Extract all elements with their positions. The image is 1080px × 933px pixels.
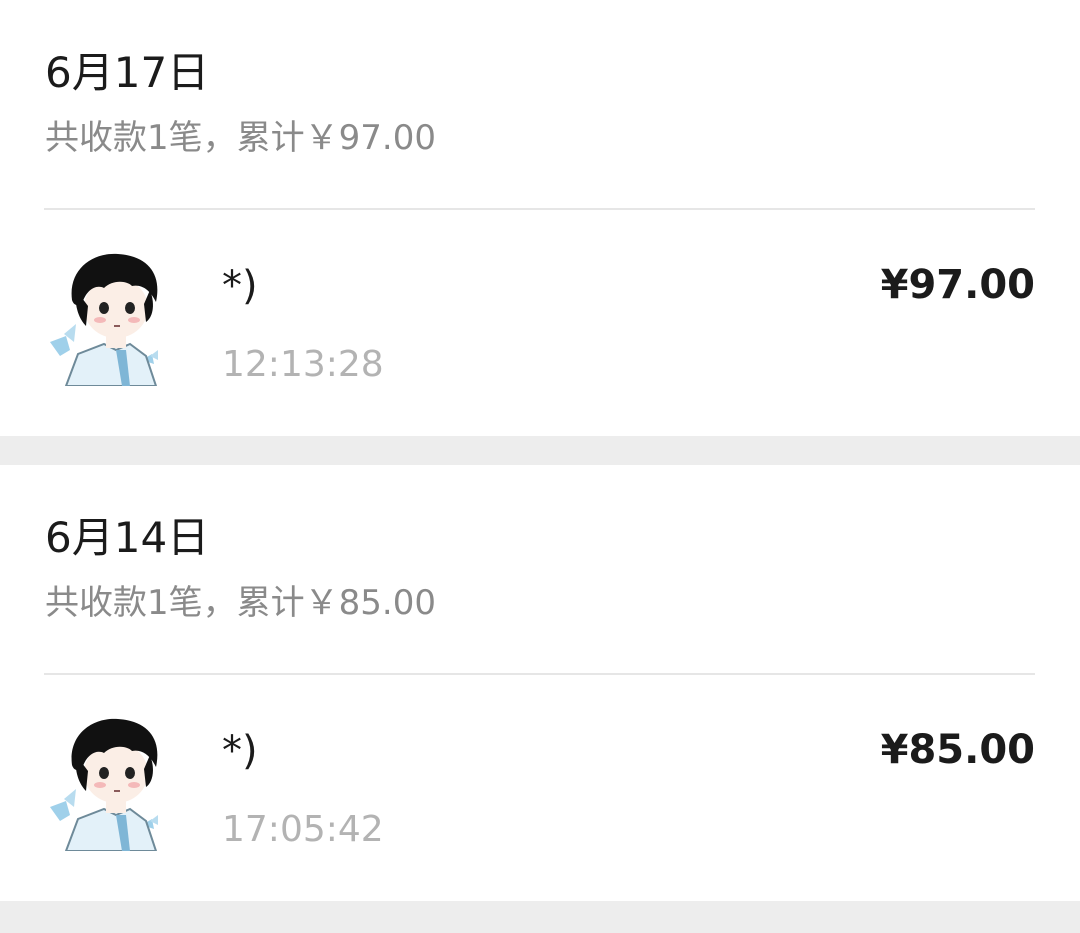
transaction-amount: ¥85.00: [880, 727, 1035, 773]
cartoon-boy-avatar-icon: [50, 253, 158, 386]
payer-name: *): [222, 263, 258, 309]
day-group: 6月14日 共收款1笔，累计￥85.00 *) 17:05:42 ¥85.00: [0, 465, 1080, 901]
avatar: [46, 715, 180, 851]
transaction-time: 12:13:28: [222, 344, 384, 385]
cartoon-boy-avatar-icon: [50, 718, 158, 851]
day-summary: 共收款1笔，累计￥97.00: [45, 118, 436, 158]
day-summary: 共收款1笔，累计￥85.00: [45, 583, 436, 623]
transaction-row[interactable]: *) 17:05:42 ¥85.00: [0, 675, 1080, 901]
transaction-row[interactable]: *) 12:13:28 ¥97.00: [0, 210, 1080, 436]
day-group: 6月17日 共收款1笔，累计￥97.00 *) 12:13:28 ¥97.00: [0, 0, 1080, 436]
payer-name: *): [222, 728, 258, 774]
date-heading: 6月17日: [45, 48, 210, 97]
transaction-amount: ¥97.00: [880, 262, 1035, 308]
transaction-time: 17:05:42: [222, 809, 384, 850]
avatar: [46, 250, 180, 386]
date-heading: 6月14日: [45, 513, 210, 562]
